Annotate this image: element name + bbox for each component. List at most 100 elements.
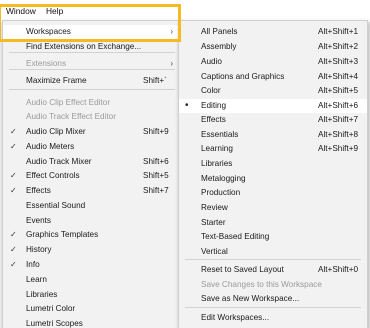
menu-item-shortcut: Shift+9 <box>143 127 169 136</box>
workspace-item-text-based-editing[interactable]: Text-Based Editing <box>179 230 367 244</box>
menu-item-label: Libraries <box>26 290 58 299</box>
workspace-item-production[interactable]: Production <box>179 186 367 200</box>
window-menu-item-libraries[interactable]: Libraries <box>3 288 181 302</box>
menu-item-label: History <box>26 245 52 254</box>
menu-item-label: Audio Meters <box>26 142 75 151</box>
window-menu-item-workspaces[interactable]: Workspaces › <box>3 25 181 39</box>
workspace-item-all-panels[interactable]: All Panels Alt+Shift+1 <box>179 25 367 39</box>
menu-item-label: Editing <box>201 101 227 110</box>
window-menu-item-lumetri-color[interactable]: Lumetri Color <box>3 302 181 316</box>
menu-item-shortcut: Alt+Shift+5 <box>318 86 359 95</box>
checkmark-icon: ✓ <box>10 230 17 239</box>
menu-item-shortcut: Alt+Shift+3 <box>318 57 359 66</box>
menu-item-shortcut: Alt+Shift+9 <box>318 144 359 153</box>
menu-item-label: Find Extensions on Exchange... <box>26 42 142 51</box>
menu-item-label: Effects <box>26 186 51 195</box>
workspace-item-audio[interactable]: Audio Alt+Shift+3 <box>179 55 367 69</box>
menu-item-label: Info <box>26 260 40 269</box>
window-menu-item-audio-meters[interactable]: ✓ Audio Meters <box>3 140 181 154</box>
menu-item-label: Lumetri Color <box>26 304 76 313</box>
menu-item-label: Audio <box>201 57 222 66</box>
menu-item-label: Learn <box>26 275 47 284</box>
chevron-right-icon: › <box>170 59 173 68</box>
menu-item-shortcut: Alt+Shift+6 <box>318 101 359 110</box>
workspace-item-vertical[interactable]: Vertical <box>179 245 367 259</box>
window-menu-item-info[interactable]: ✓ Info <box>3 258 181 272</box>
workspace-item-starter[interactable]: Starter <box>179 216 367 230</box>
window-menu-item-audio-track-mixer[interactable]: Audio Track Mixer Shift+6 <box>3 155 181 169</box>
menu-item-label: Workspaces <box>26 27 71 36</box>
menu-bar: Window Help <box>0 0 370 22</box>
menu-item-label: Audio Track Effect Editor <box>26 112 116 121</box>
workspace-item-color[interactable]: Color Alt+Shift+5 <box>179 84 367 98</box>
workspace-item-editing[interactable]: • Editing Alt+Shift+6 <box>179 99 367 113</box>
checkmark-icon: ✓ <box>10 127 17 136</box>
window-menu-item-effect-controls[interactable]: ✓ Effect Controls Shift+5 <box>3 169 181 183</box>
window-menu-item-audio-clip-mixer[interactable]: ✓ Audio Clip Mixer Shift+9 <box>3 125 181 139</box>
menu-item-label: Libraries <box>201 159 233 168</box>
workspace-item-metalogging[interactable]: Metalogging <box>179 172 367 186</box>
menu-item-label: Edit Workspaces... <box>201 313 270 322</box>
menu-item-label: Maximize Frame <box>26 76 87 85</box>
window-menu-item-find-extensions-on-exchange[interactable]: Find Extensions on Exchange... <box>3 40 181 54</box>
workspace-item-essentials[interactable]: Essentials Alt+Shift+8 <box>179 128 367 142</box>
menubar-window[interactable]: Window <box>6 4 36 18</box>
menu-item-shortcut: Shift+7 <box>143 186 169 195</box>
bullet-icon: • <box>185 100 189 111</box>
menu-item-shortcut: Alt+Shift+4 <box>318 72 359 81</box>
menu-item-shortcut: Alt+Shift+7 <box>318 115 359 124</box>
workspace-item-reset-to-saved-layout[interactable]: Reset to Saved Layout Alt+Shift+0 <box>179 263 367 277</box>
checkmark-icon: ✓ <box>10 186 17 195</box>
menu-item-shortcut: Alt+Shift+0 <box>318 265 359 274</box>
checkmark-icon: ✓ <box>10 142 17 151</box>
menu-item-label: Save Changes to this Workspace <box>201 280 322 289</box>
menu-item-label: Metalogging <box>201 174 246 183</box>
menu-item-shortcut: Alt+Shift+8 <box>318 130 359 139</box>
workspace-item-assembly[interactable]: Assembly Alt+Shift+2 <box>179 40 367 54</box>
menu-item-shortcut: Alt+Shift+1 <box>318 27 359 36</box>
menu-separator <box>185 307 361 308</box>
workspace-item-effects[interactable]: Effects Alt+Shift+7 <box>179 113 367 127</box>
window-menu: Workspaces › Find Extensions on Exchange..… <box>2 20 182 328</box>
menu-separator <box>185 259 361 260</box>
checkmark-icon: ✓ <box>10 245 17 254</box>
window-menu-item-learn[interactable]: Learn <box>3 273 181 287</box>
menu-item-label: Color <box>201 86 221 95</box>
menu-item-label: Learning <box>201 144 233 153</box>
workspace-item-edit-workspaces[interactable]: Edit Workspaces... <box>179 311 367 325</box>
workspaces-submenu: All Panels Alt+Shift+1 Assembly Alt+Shift+2… <box>178 20 368 328</box>
workspace-item-review[interactable]: Review <box>179 201 367 215</box>
workspace-item-learning[interactable]: Learning Alt+Shift+9 <box>179 142 367 156</box>
window-menu-item-audio-clip-effect-editor: Audio Clip Effect Editor <box>3 96 181 110</box>
menu-item-label: Effects <box>201 115 226 124</box>
menu-item-shortcut: Shift+` <box>143 76 167 85</box>
checkmark-icon: ✓ <box>10 171 17 180</box>
menu-item-label: Review <box>201 203 228 212</box>
menu-item-label: Graphics Templates <box>26 230 99 239</box>
menu-item-label: Captions and Graphics <box>201 72 285 81</box>
menu-item-label: Audio Track Mixer <box>26 157 92 166</box>
menubar-help[interactable]: Help <box>46 4 63 18</box>
menu-item-label: Essential Sound <box>26 201 86 210</box>
window-menu-item-graphics-templates[interactable]: ✓ Graphics Templates <box>3 228 181 242</box>
window-menu-item-lumetri-scopes[interactable]: Lumetri Scopes <box>3 317 181 328</box>
menu-item-label: Reset to Saved Layout <box>201 265 284 274</box>
window-menu-item-essential-sound[interactable]: Essential Sound <box>3 199 181 213</box>
window-menu-item-extensions: Extensions › <box>3 57 181 71</box>
menu-item-label: Audio Clip Effect Editor <box>26 98 111 107</box>
menu-item-label: All Panels <box>201 27 238 36</box>
workspace-item-save-as-new-workspace[interactable]: Save as New Workspace... <box>179 292 367 306</box>
window-menu-item-effects[interactable]: ✓ Effects Shift+7 <box>3 184 181 198</box>
workspace-item-libraries[interactable]: Libraries <box>179 157 367 171</box>
menu-item-label: Assembly <box>201 42 237 51</box>
workspace-item-save-changes-to-this-workspace: Save Changes to this Workspace <box>179 278 367 292</box>
window-menu-item-history[interactable]: ✓ History <box>3 243 181 257</box>
menu-item-label: Essentials <box>201 130 239 139</box>
menu-item-label: Extensions <box>26 59 67 68</box>
menu-item-shortcut: Alt+Shift+2 <box>318 42 359 51</box>
menu-item-label: Vertical <box>201 247 228 256</box>
workspace-item-captions-and-graphics[interactable]: Captions and Graphics Alt+Shift+4 <box>179 70 367 84</box>
window-menu-item-events[interactable]: Events <box>3 214 181 228</box>
window-menu-item-maximize-frame[interactable]: Maximize Frame Shift+` <box>3 74 181 88</box>
menu-item-label: Production <box>201 188 241 197</box>
